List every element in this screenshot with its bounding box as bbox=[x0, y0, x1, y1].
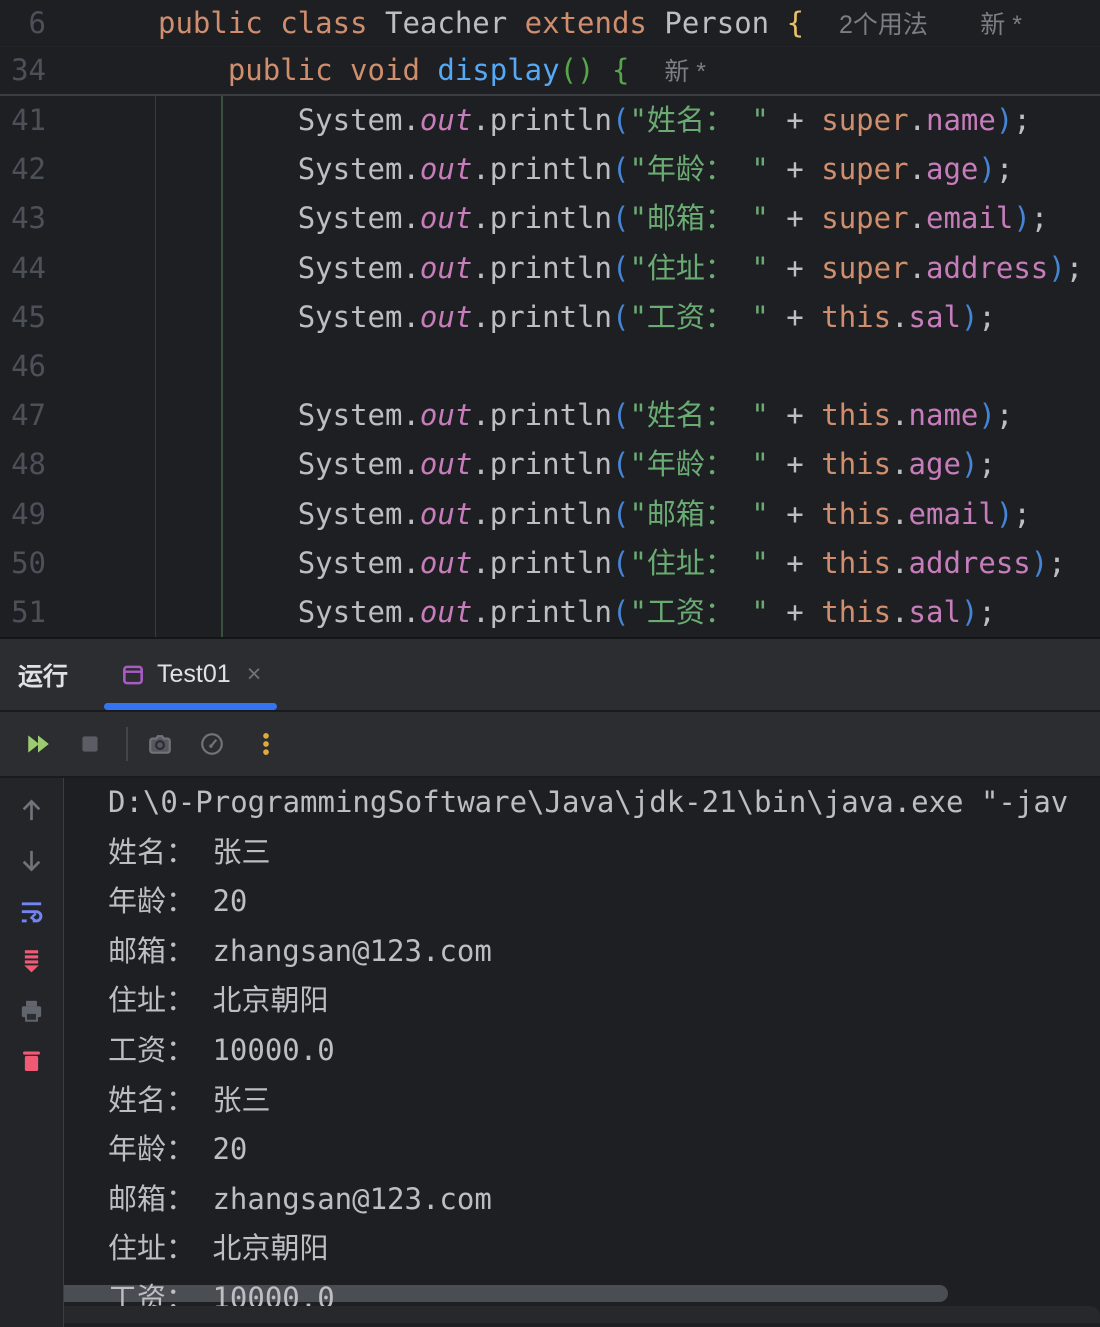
code-line: 46 bbox=[0, 342, 1100, 391]
code-line: 43 System.out.println("邮箱： " + super.ema… bbox=[0, 194, 1100, 243]
code-line: 34 public void display() { 新 * bbox=[0, 47, 1100, 94]
gauge-icon bbox=[199, 731, 225, 757]
code-text: System.out.println("工资： " + this.sal); bbox=[158, 588, 996, 637]
code-text: System.out.println("工资： " + this.sal); bbox=[158, 293, 996, 342]
arrow-up-icon bbox=[17, 796, 46, 825]
arrow-down-icon bbox=[17, 846, 46, 875]
code-text: System.out.println("姓名： " + this.name); bbox=[158, 391, 1013, 440]
line-number: 45 bbox=[0, 293, 46, 342]
code-text: System.out.println("年龄： " + super.age); bbox=[158, 145, 1013, 194]
camera-icon bbox=[147, 731, 173, 757]
code-line: 41 System.out.println("姓名： " + super.nam… bbox=[0, 96, 1100, 145]
ide-window: 41 System.out.println("姓名： " + super.nam… bbox=[0, 0, 1100, 1327]
code-text: public void display() { 新 * bbox=[158, 47, 706, 96]
soft-wrap-icon bbox=[17, 896, 46, 925]
console-panel: D:\0-ProgrammingSoftware\Java\jdk-21\bin… bbox=[0, 778, 1100, 1327]
kebab-menu-icon bbox=[253, 731, 279, 757]
line-number: 49 bbox=[0, 490, 46, 539]
code-line: 42 System.out.println("年龄： " + super.age… bbox=[0, 145, 1100, 194]
line-number: 50 bbox=[0, 539, 46, 588]
code-text: System.out.println("邮箱： " + super.email)… bbox=[158, 194, 1048, 243]
console-line: 住址： 北京朝阳 bbox=[108, 976, 1100, 1026]
line-number: 34 bbox=[0, 47, 46, 94]
code-line: 51 System.out.println("工资： " + this.sal)… bbox=[0, 588, 1100, 637]
code-line: 50 System.out.println("住址： " + this.addr… bbox=[0, 539, 1100, 588]
tab-test01[interactable]: Test01 × bbox=[104, 639, 277, 710]
line-number: 48 bbox=[0, 440, 46, 489]
rerun-icon bbox=[25, 731, 51, 757]
run-toolwindow-header: 运行 Test01 × bbox=[0, 639, 1100, 712]
console-line: 邮箱： zhangsan@123.com bbox=[108, 1175, 1100, 1225]
soft-wrap-button[interactable] bbox=[17, 896, 46, 925]
code-text: System.out.println("住址： " + this.address… bbox=[158, 539, 1066, 588]
code-line: 47 System.out.println("姓名： " + this.name… bbox=[0, 391, 1100, 440]
code-editor[interactable]: 41 System.out.println("姓名： " + super.nam… bbox=[0, 0, 1100, 637]
active-tab-indicator bbox=[104, 703, 277, 710]
line-number: 51 bbox=[0, 588, 46, 637]
code-text: public class Teacher extends Person { 2个… bbox=[158, 0, 1022, 49]
bottom-edge bbox=[0, 1306, 1100, 1323]
line-number: 41 bbox=[0, 96, 46, 145]
code-text: System.out.println("邮箱： " + this.email); bbox=[158, 490, 1031, 539]
stop-icon bbox=[77, 731, 103, 757]
console-toolbar bbox=[0, 778, 64, 1327]
line-number: 43 bbox=[0, 194, 46, 243]
run-toolwindow-title: 运行 bbox=[18, 657, 68, 693]
line-number: 44 bbox=[0, 244, 46, 293]
printer-icon bbox=[17, 996, 46, 1025]
up-stack-button[interactable] bbox=[17, 796, 46, 825]
console-line: 住址： 北京朝阳 bbox=[108, 1224, 1100, 1274]
line-number: 47 bbox=[0, 391, 46, 440]
tab-close-icon[interactable]: × bbox=[247, 660, 262, 689]
trash-icon bbox=[17, 1046, 46, 1075]
scroll-to-end-button[interactable] bbox=[17, 946, 46, 975]
console-output[interactable]: D:\0-ProgrammingSoftware\Java\jdk-21\bin… bbox=[64, 778, 1100, 1327]
clear-all-button[interactable] bbox=[17, 1046, 46, 1075]
code-line: 44 System.out.println("住址： " + super.add… bbox=[0, 244, 1100, 293]
code-line: 48 System.out.println("年龄： " + this.age)… bbox=[0, 440, 1100, 489]
rerun-button[interactable] bbox=[24, 730, 52, 758]
console-tab-icon bbox=[120, 662, 146, 688]
snapshot-camera-button[interactable] bbox=[146, 730, 174, 758]
code-line: 45 System.out.println("工资： " + this.sal)… bbox=[0, 293, 1100, 342]
toolbar-divider bbox=[126, 727, 128, 761]
console-line: 年龄： 20 bbox=[108, 1125, 1100, 1175]
line-number: 46 bbox=[0, 342, 46, 391]
run-toolbar bbox=[0, 712, 1100, 778]
console-line: 姓名： 张三 bbox=[108, 1076, 1100, 1126]
console-line: 工资： 10000.0 bbox=[108, 1026, 1100, 1076]
code-text: System.out.println("姓名： " + super.name); bbox=[158, 96, 1031, 145]
code-line: 6 public class Teacher extends Person { 2… bbox=[0, 0, 1100, 47]
code-text: System.out.println("年龄： " + this.age); bbox=[158, 440, 996, 489]
code-lines: 41 System.out.println("姓名： " + super.nam… bbox=[0, 96, 1100, 637]
line-number: 6 bbox=[0, 0, 46, 47]
console-line: D:\0-ProgrammingSoftware\Java\jdk-21\bin… bbox=[108, 778, 1100, 828]
code-line: 49 System.out.println("邮箱： " + this.emai… bbox=[0, 490, 1100, 539]
down-stack-button[interactable] bbox=[17, 846, 46, 875]
console-line: 姓名： 张三 bbox=[108, 828, 1100, 878]
stop-button[interactable] bbox=[76, 730, 104, 758]
console-line: 邮箱： zhangsan@123.com bbox=[108, 927, 1100, 977]
tab-label: Test01 bbox=[157, 660, 231, 689]
scroll-down-icon bbox=[17, 946, 46, 975]
code-text: System.out.println("住址： " + super.addres… bbox=[158, 244, 1083, 293]
line-number: 42 bbox=[0, 145, 46, 194]
console-line: 年龄： 20 bbox=[108, 877, 1100, 927]
sticky-lines-panel: 6 public class Teacher extends Person { 2… bbox=[0, 0, 1100, 96]
more-options-button[interactable] bbox=[252, 730, 280, 758]
print-button[interactable] bbox=[17, 996, 46, 1025]
profiler-button[interactable] bbox=[198, 730, 226, 758]
